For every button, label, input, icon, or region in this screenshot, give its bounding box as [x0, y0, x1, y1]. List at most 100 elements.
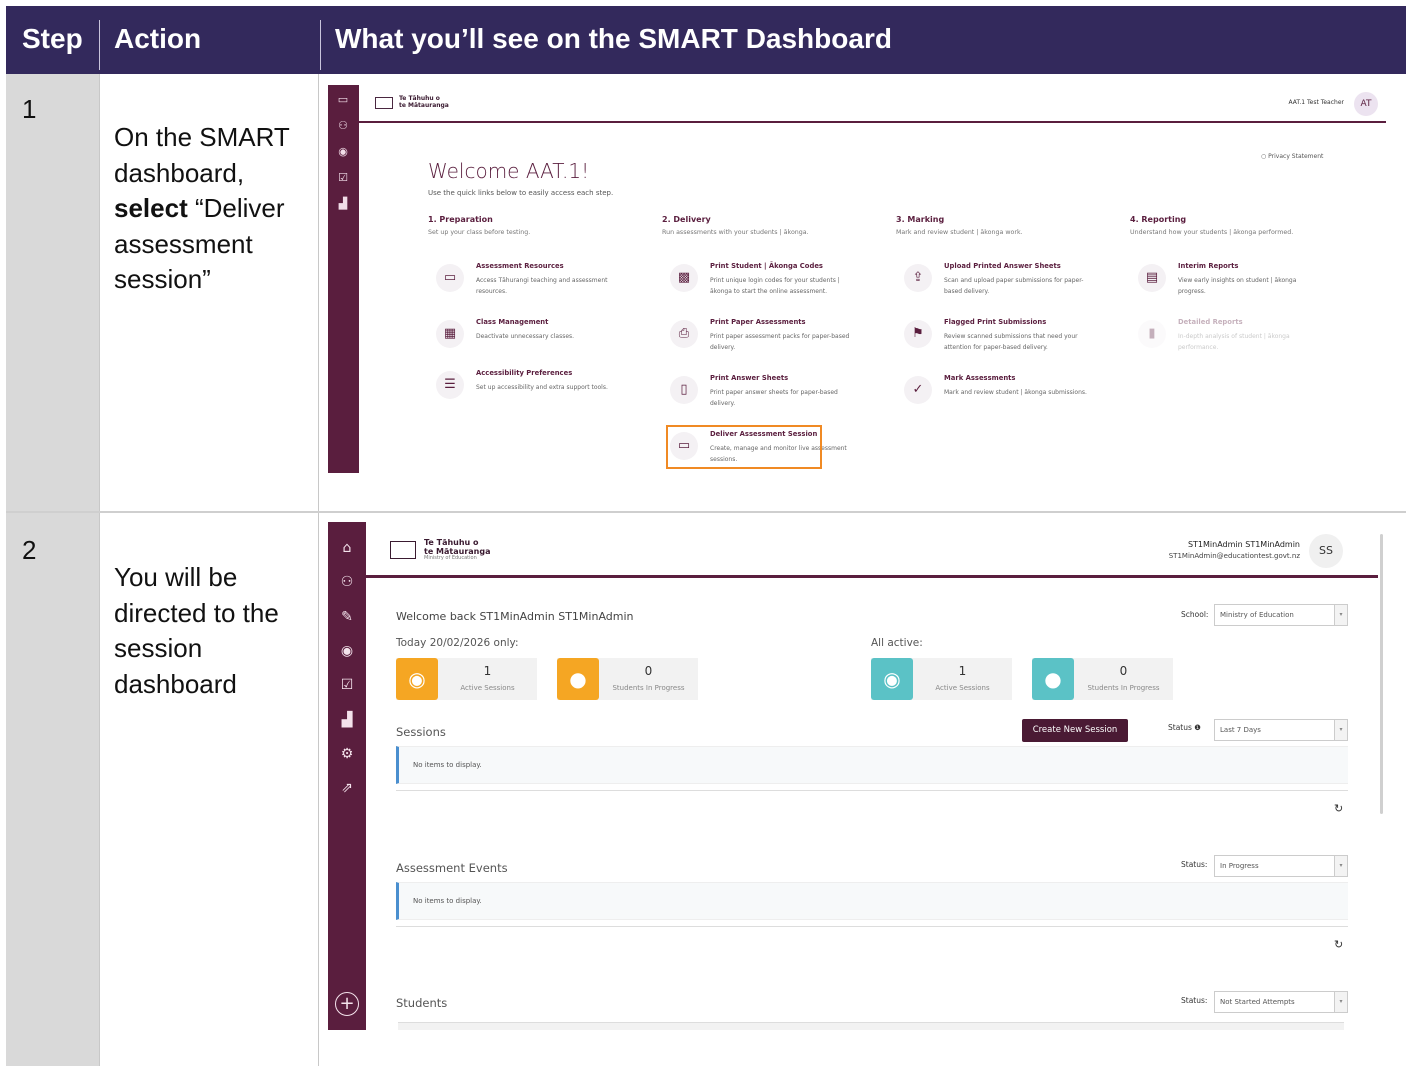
quick-link-flagged-submissions[interactable]: ⚑ Flagged Print Submissions Review scanne… [896, 316, 1096, 360]
sidebar: ▭ ⚇ ◉ ☑ ▟ [328, 85, 359, 473]
quick-link-assessment-resources[interactable]: ▭ Assessment Resources Access Tāhurangi t… [428, 260, 628, 304]
quick-link-mark-assessments[interactable]: ✓ Mark Assessments Mark and review studen… [896, 372, 1096, 416]
avatar[interactable]: SS [1309, 534, 1343, 568]
brand-text: Te Tāhuhu o te Mātauranga [424, 538, 491, 556]
upload-icon: ⇪ [904, 264, 932, 292]
stat-card: ◉ 1 Active Sessions [396, 658, 537, 700]
highlight-box [666, 425, 822, 469]
user-icon: ● [557, 658, 599, 700]
grid-icon: ▦ [436, 320, 464, 348]
school-select[interactable]: Ministry of Education ▾ [1214, 604, 1348, 626]
brand-subtext: Ministry of Education [424, 555, 477, 561]
scrollbar[interactable] [1380, 534, 1383, 814]
smart-dashboard-screenshot: ▭ ⚇ ◉ ☑ ▟ Te Tāhuhu o te Mātauranga AAT.1… [328, 85, 1386, 473]
privacy-link[interactable]: ○ Privacy Statement [1261, 153, 1323, 160]
assessment-events-heading: Assessment Events [396, 861, 508, 875]
users-icon[interactable]: ⚇ [336, 119, 350, 133]
today-label: Today 20/02/2026 only: [396, 637, 519, 649]
school-label: School: [1181, 610, 1209, 619]
user-name[interactable]: ST1MinAdmin ST1MinAdmin [1188, 540, 1300, 549]
avatar[interactable]: AT [1354, 92, 1378, 116]
header-step: Step [22, 23, 83, 54]
column-subtitle: Set up your class before testing. [428, 229, 531, 236]
chart-icon[interactable]: ▟ [338, 711, 356, 729]
top-bar: Te Tāhuhu o te Mātauranga AAT.1 Test Teac… [359, 85, 1386, 123]
quick-link-upload-answer-sheets[interactable]: ⇪ Upload Printed Answer Sheets Scan and u… [896, 260, 1096, 304]
stat-card: ● 0 Students In Progress [1032, 658, 1173, 700]
user-icon: ● [1032, 658, 1074, 700]
users-icon[interactable]: ⚇ [338, 573, 356, 591]
top-bar: Te Tāhuhu o te Mātauranga Ministry of Edu… [366, 522, 1378, 578]
header-what: What you’ll see on the SMART Dashboard [335, 23, 892, 54]
refresh-icon[interactable]: ↻ [1334, 802, 1343, 815]
add-icon[interactable]: + [335, 992, 359, 1016]
chevron-down-icon: ▾ [1334, 992, 1347, 1012]
book-icon[interactable]: ▭ [336, 93, 350, 107]
column-heading: 1. Preparation [428, 215, 493, 224]
ministry-logo [390, 541, 416, 559]
chevron-down-icon: ▾ [1334, 856, 1347, 876]
column-subtitle: Run assessments with your students | āko… [662, 229, 809, 236]
checklist-icon[interactable]: ☑ [338, 676, 356, 694]
step-number: 2 [22, 535, 37, 565]
check-circle-icon: ✓ [904, 376, 932, 404]
column-heading: 4. Reporting [1130, 215, 1187, 224]
brand-text: Te Tāhuhu o te Mātauranga [399, 95, 449, 109]
quick-link-print-paper-assessments[interactable]: ⎙ Print Paper Assessments Print paper ass… [662, 316, 862, 360]
column-subtitle: Mark and review student | ākonga work. [896, 229, 1023, 236]
action-text: On the SMART dashboard, select “Deliver … [114, 122, 290, 294]
table-header: Step Action What you’ll see on the SMART… [6, 6, 1406, 74]
quick-link-class-management[interactable]: ▦ Class Management Deactivate unnecessary… [428, 316, 628, 360]
page-subtitle: Use the quick links below to easily acce… [428, 189, 614, 197]
chevron-down-icon: ▾ [1334, 605, 1347, 625]
flag-doc-icon: ⚑ [904, 320, 932, 348]
header-divider [99, 20, 100, 70]
quick-link-detailed-reports: ▮ Detailed Reports In-depth analysis of s… [1130, 316, 1330, 360]
students-status-select[interactable]: Not Started Attempts ▾ [1214, 991, 1348, 1013]
refresh-icon[interactable]: ↻ [1334, 938, 1343, 951]
info-icon: ❶ [1194, 723, 1202, 732]
home-icon[interactable]: ⌂ [338, 539, 356, 557]
students-heading: Students [396, 996, 448, 1010]
status-select[interactable]: Last 7 Days ▾ [1214, 719, 1348, 741]
chart-icon[interactable]: ▟ [336, 197, 350, 211]
share-icon[interactable]: ⇗ [338, 779, 356, 797]
quick-link-print-answer-sheets[interactable]: ▯ Print Answer Sheets Print paper answer … [662, 372, 862, 416]
gear-icon[interactable]: ⚙ [338, 745, 356, 763]
header-divider [320, 20, 321, 70]
action-text: You will be directed to the session dash… [114, 562, 279, 699]
stat-card: ◉ 1 Active Sessions [871, 658, 1012, 700]
quick-link-accessibility-preferences[interactable]: ☰ Accessibility Preferences Set up access… [428, 367, 628, 411]
stat-card: ● 0 Students In Progress [557, 658, 698, 700]
status-label: Status ❶ [1168, 723, 1202, 732]
checklist-icon[interactable]: ☑ [336, 171, 350, 185]
quick-link-print-codes[interactable]: ▩ Print Student | Ākonga Codes Print uniq… [662, 260, 862, 304]
empty-message: No items to display. [396, 882, 1348, 920]
document-icon: ▯ [670, 376, 698, 404]
user-name[interactable]: AAT.1 Test Teacher [1289, 99, 1345, 106]
edit-icon[interactable]: ✎ [338, 608, 356, 626]
play-icon[interactable]: ◉ [338, 642, 356, 660]
step-cell: 1 [6, 74, 99, 511]
play-icon[interactable]: ◉ [336, 145, 350, 159]
header-action: Action [114, 23, 202, 54]
step-cell: 2 [6, 513, 99, 1066]
divider [396, 926, 1348, 927]
page-title: Welcome back ST1MinAdmin ST1MinAdmin [396, 610, 634, 623]
qr-icon: ▩ [670, 264, 698, 292]
chevron-down-icon: ▾ [1334, 720, 1347, 740]
column-heading: 2. Delivery [662, 215, 711, 224]
status-label: Status: [1181, 860, 1208, 869]
action-cell: On the SMART dashboard, select “Deliver … [99, 74, 319, 511]
session-dashboard-screenshot: ⌂ ⚇ ✎ ◉ ☑ ▟ ⚙ ⇗ + Te Tāhuhu o te Mātauran… [328, 522, 1386, 1030]
action-cell: You will be directed to the session dash… [99, 513, 319, 1066]
quick-link-interim-reports[interactable]: ▤ Interim Reports View early insights on … [1130, 260, 1330, 304]
events-status-select[interactable]: In Progress ▾ [1214, 855, 1348, 877]
printer-icon: ⎙ [670, 320, 698, 348]
play-icon: ◉ [396, 658, 438, 700]
user-email: ST1MinAdmin@educationtest.govt.nz [1168, 552, 1300, 560]
all-active-label: All active: [871, 637, 923, 649]
create-new-session-button[interactable]: Create New Session [1022, 719, 1128, 742]
step-number: 1 [22, 94, 37, 124]
play-icon: ◉ [871, 658, 913, 700]
